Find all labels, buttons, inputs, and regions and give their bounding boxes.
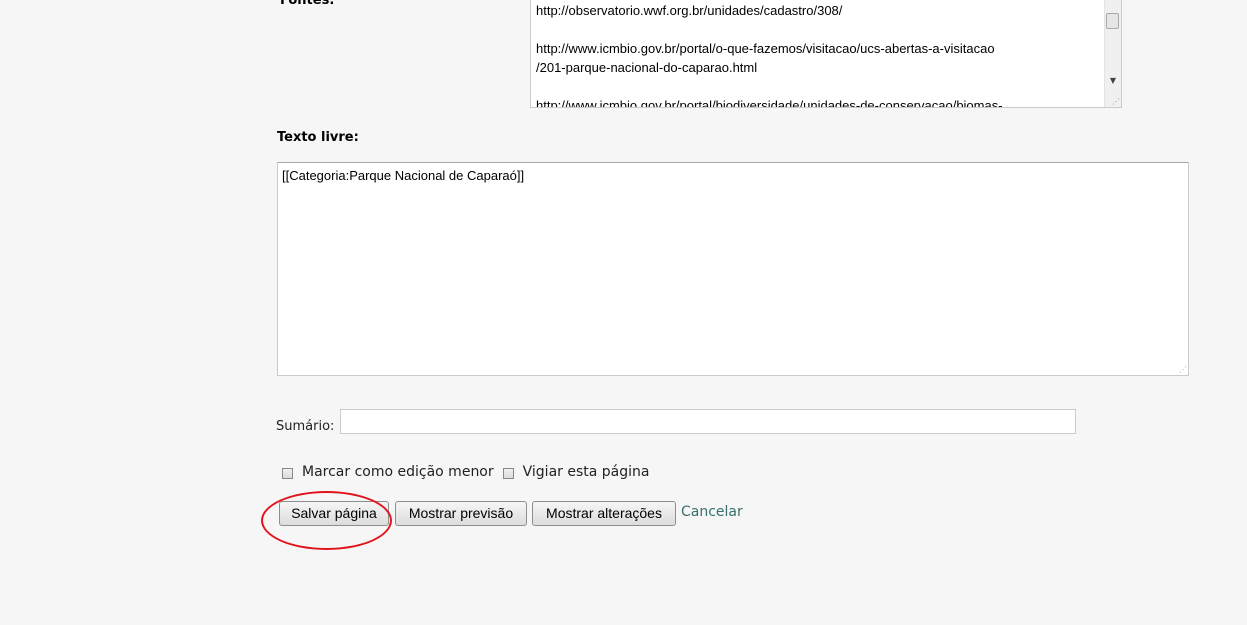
texto-livre-content: [[Categoria:Parque Nacional de Caparaó]]	[282, 168, 525, 183]
sumario-input[interactable]	[340, 409, 1076, 434]
fontes-scrollbar[interactable]: ▼	[1104, 0, 1121, 107]
fontes-text: http://observatorio.wwf.org.br/unidades/…	[536, 1, 1106, 108]
minor-edit-checkbox[interactable]	[282, 467, 293, 479]
show-changes-button[interactable]: Mostrar alterações	[532, 501, 676, 526]
texto-livre-label: Texto livre:	[277, 130, 359, 145]
fontes-line: http://www.icmbio.gov.br/portal/biodiver…	[536, 98, 1003, 108]
minor-edit-label[interactable]: Marcar como edição menor	[302, 464, 494, 480]
edit-options: Marcar como edição menor Vigiar esta pág…	[282, 464, 658, 480]
fontes-line: http://observatorio.wwf.org.br/unidades/…	[536, 3, 843, 18]
fontes-label: Fontes:	[280, 0, 335, 8]
resize-grip-icon[interactable]: ⋰	[1112, 98, 1120, 106]
resize-grip-icon[interactable]: ⋰	[1179, 366, 1187, 374]
scroll-down-arrow-icon[interactable]: ▼	[1105, 75, 1121, 87]
scrollbar-thumb[interactable]	[1106, 13, 1119, 29]
cancel-link[interactable]: Cancelar	[681, 504, 743, 520]
watch-page-label[interactable]: Vigiar esta página	[523, 464, 650, 480]
watch-page-checkbox[interactable]	[502, 467, 514, 479]
fontes-line: http://www.icmbio.gov.br/portal/o-que-fa…	[536, 41, 995, 75]
sumario-label: Sumário:	[276, 419, 335, 434]
fontes-textarea[interactable]: http://observatorio.wwf.org.br/unidades/…	[530, 0, 1122, 108]
texto-livre-textarea[interactable]: [[Categoria:Parque Nacional de Caparaó]]…	[277, 162, 1189, 376]
show-preview-button[interactable]: Mostrar previsão	[395, 501, 527, 526]
save-page-button[interactable]: Salvar página	[279, 501, 389, 526]
